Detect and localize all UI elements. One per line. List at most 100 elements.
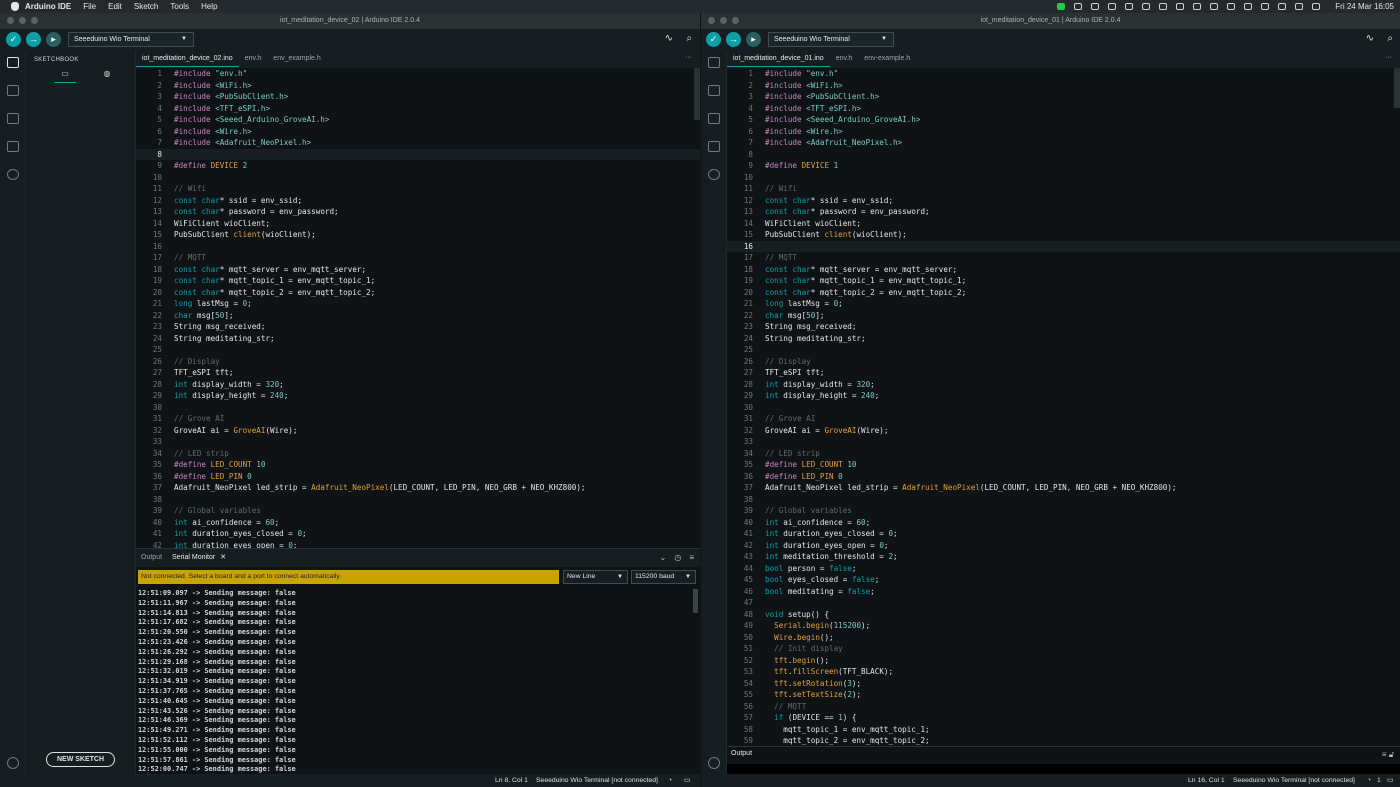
code-line[interactable]: 32 GroveAI ai = GroveAI(Wire); xyxy=(727,425,1400,437)
code-line[interactable]: 32 GroveAI ai = GroveAI(Wire); xyxy=(136,425,700,437)
account-icon[interactable] xyxy=(7,757,19,769)
code-line[interactable]: 35 #define LED_COUNT 10 xyxy=(727,459,1400,471)
apple-icon[interactable] xyxy=(11,2,19,11)
code-line[interactable]: 7 #include <Adafruit_NeoPixel.h> xyxy=(136,137,700,149)
lock-icon[interactable]: 🔓︎ xyxy=(1389,750,1394,759)
menu-tools[interactable]: Tools xyxy=(170,2,189,11)
baud-select[interactable]: 115200 baud ▼ xyxy=(631,570,696,584)
upload-button[interactable]: → xyxy=(726,32,741,47)
code-line[interactable]: 40 int ai_confidence = 60; xyxy=(136,517,700,529)
search-icon[interactable] xyxy=(708,169,720,180)
clear-output-icon[interactable]: ≡ xyxy=(689,553,694,562)
code-line[interactable]: 22 char msg[50]; xyxy=(727,310,1400,322)
code-line[interactable]: 31 // Grove AI xyxy=(727,413,1400,425)
code-line[interactable]: 42 int duration_eyes_open = 0; xyxy=(727,540,1400,552)
tab-env-h[interactable]: env.h xyxy=(830,51,859,67)
code-line[interactable]: 3 #include <PubSubClient.h> xyxy=(727,91,1400,103)
account-icon[interactable] xyxy=(708,757,720,769)
code-line[interactable]: 11 // Wifi xyxy=(727,183,1400,195)
code-line[interactable]: 24 String meditating_str; xyxy=(136,333,700,345)
more-icon[interactable]: ··· xyxy=(1385,51,1392,65)
code-line[interactable]: 42 int duration_eyes_open = 0; xyxy=(136,540,700,549)
tray-icon[interactable] xyxy=(1108,3,1116,10)
code-line[interactable]: 18 const char* mqtt_server = env_mqtt_ser… xyxy=(727,264,1400,276)
tray-icon[interactable] xyxy=(1125,3,1133,10)
code-line[interactable]: 37 Adafruit_NeoPixel led_strip = Adafruit… xyxy=(727,482,1400,494)
code-line[interactable]: 5 #include <Seeed_Arduino_GroveAI.h> xyxy=(136,114,700,126)
code-line[interactable]: 49 Serial.begin(115200); xyxy=(727,620,1400,632)
new-sketch-button[interactable]: NEW SKETCH xyxy=(46,752,115,767)
code-line[interactable]: 13 const char* password = env_password; xyxy=(136,206,700,218)
close-icon[interactable]: ✕ xyxy=(220,554,226,561)
more-icon[interactable]: ··· xyxy=(685,51,692,65)
code-line[interactable]: 47 xyxy=(727,597,1400,609)
cursor-position[interactable]: Ln 8, Col 1 xyxy=(495,774,528,787)
code-line[interactable]: 4 #include <TFT_eSPI.h> xyxy=(727,103,1400,115)
code-line[interactable]: 4 #include <TFT_eSPI.h> xyxy=(136,103,700,115)
code-line[interactable]: 34 // LED strip xyxy=(136,448,700,460)
code-editor[interactable]: 1 #include "env.h" 2 #include <WiFi.h> 3 #inc… xyxy=(136,68,700,548)
code-line[interactable]: 6 #include <Wire.h> xyxy=(727,126,1400,138)
code-line[interactable]: 7 #include <Adafruit_NeoPixel.h> xyxy=(727,137,1400,149)
menu-sketch[interactable]: Sketch xyxy=(134,2,158,11)
code-line[interactable]: 17 // MQTT xyxy=(727,252,1400,264)
verify-button[interactable]: ✓ xyxy=(6,32,21,47)
notification-count[interactable]: 1 xyxy=(1377,774,1381,787)
code-line[interactable]: 15 PubSubClient client(wioClient); xyxy=(136,229,700,241)
tray-app-icon[interactable] xyxy=(1057,3,1065,10)
library-icon[interactable] xyxy=(708,113,720,124)
code-line[interactable]: 27 TFT_eSPI tft; xyxy=(727,367,1400,379)
code-line[interactable]: 26 // Display xyxy=(136,356,700,368)
tray-icon[interactable] xyxy=(1074,3,1082,10)
code-line[interactable]: 26 // Display xyxy=(727,356,1400,368)
code-line[interactable]: 40 int ai_confidence = 60; xyxy=(727,517,1400,529)
panel-toggle-icon[interactable]: ▭ xyxy=(684,774,690,787)
code-line[interactable]: 35 #define LED_COUNT 10 xyxy=(136,459,700,471)
code-line[interactable]: 30 xyxy=(136,402,700,414)
debug-button[interactable]: ▸ xyxy=(746,32,761,47)
notification-icon[interactable]: ◔ xyxy=(668,774,672,787)
status-board[interactable]: Seeeduino Wio Terminal [not connected] xyxy=(536,774,658,787)
code-line[interactable]: 53 tft.fillScreen(TFT_BLACK); xyxy=(727,666,1400,678)
library-icon[interactable] xyxy=(7,113,19,124)
menubar-clock[interactable]: Fri 24 Mar 16:05 xyxy=(1335,2,1394,11)
tab-env-example[interactable]: env_example.h xyxy=(267,51,326,67)
board-selector[interactable]: Seeeduino Wio Terminal ▼ xyxy=(768,32,894,47)
code-line[interactable]: 37 Adafruit_NeoPixel led_strip = Adafruit… xyxy=(136,482,700,494)
minimize-window-button[interactable] xyxy=(720,17,727,24)
code-line[interactable]: 43 int meditation_threshold = 2; xyxy=(727,551,1400,563)
clock-app-icon[interactable] xyxy=(1261,3,1269,10)
debug-side-icon[interactable] xyxy=(708,141,720,152)
code-line[interactable]: 36 #define LED_PIN 0 xyxy=(136,471,700,483)
tray-icon[interactable] xyxy=(1091,3,1099,10)
cloud-sketchbook-tab[interactable]: ◍ xyxy=(96,69,118,83)
battery-icon[interactable] xyxy=(1227,3,1235,10)
upload-button[interactable]: → xyxy=(26,32,41,47)
code-line[interactable]: 2 #include <WiFi.h> xyxy=(136,80,700,92)
code-line[interactable]: 57 if (DEVICE == 1) { xyxy=(727,712,1400,724)
control-center-icon[interactable] xyxy=(1295,3,1303,10)
status-board[interactable]: Seeeduino Wio Terminal [not connected] xyxy=(1233,774,1355,787)
line-ending-select[interactable]: New Line ▼ xyxy=(563,570,628,584)
code-line[interactable]: 58 mqtt_topic_1 = env_mqtt_topic_1; xyxy=(727,724,1400,736)
code-line[interactable]: 5 #include <Seeed_Arduino_GroveAI.h> xyxy=(727,114,1400,126)
folder-icon[interactable] xyxy=(708,57,720,68)
code-line[interactable]: 16 xyxy=(136,241,700,253)
tab-env-h[interactable]: env.h xyxy=(239,51,268,67)
code-line[interactable]: 28 int display_width = 320; xyxy=(136,379,700,391)
code-line[interactable]: 28 int display_width = 320; xyxy=(727,379,1400,391)
code-line[interactable]: 20 const char* mqtt_topic_2 = env_mqtt_to… xyxy=(727,287,1400,299)
tray-icon[interactable] xyxy=(1176,3,1184,10)
panel-toggle-icon[interactable]: ▭ xyxy=(1387,774,1393,787)
menu-file[interactable]: File xyxy=(83,2,96,11)
code-line[interactable]: 25 xyxy=(727,344,1400,356)
code-line[interactable]: 56 // MQTT xyxy=(727,701,1400,713)
code-line[interactable]: 8 xyxy=(727,149,1400,161)
code-line[interactable]: 52 tft.begin(); xyxy=(727,655,1400,667)
zoom-window-button[interactable] xyxy=(732,17,739,24)
tray-icon[interactable] xyxy=(1210,3,1218,10)
folder-icon[interactable] xyxy=(7,57,19,68)
wifi-icon[interactable] xyxy=(1244,3,1252,10)
code-line[interactable]: 50 Wire.begin(); xyxy=(727,632,1400,644)
code-line[interactable]: 18 const char* mqtt_server = env_mqtt_ser… xyxy=(136,264,700,276)
